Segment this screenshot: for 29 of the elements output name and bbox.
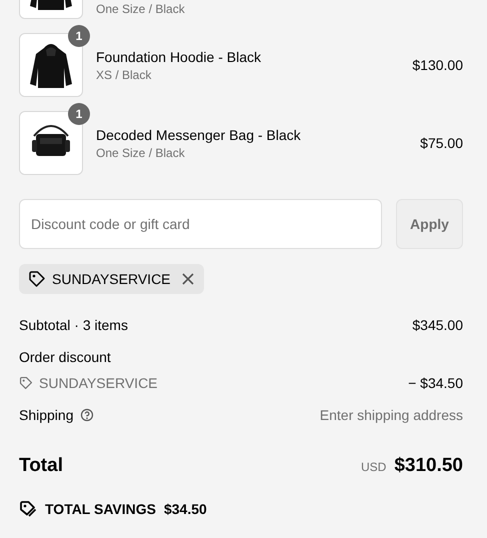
shipping-label: Shipping <box>19 407 74 423</box>
quantity-badge: 1 <box>68 103 90 125</box>
product-price: $75.00 <box>420 135 463 151</box>
product-price: $130.00 <box>412 57 463 73</box>
product-name: Foundation Hoodie - Black <box>96 48 262 64</box>
remove-button[interactable] <box>180 272 195 286</box>
subtotal-label: Subtotal · 3 items <box>19 317 128 333</box>
discount-field[interactable]: Discount code or gift card <box>19 199 382 249</box>
tag-icon <box>19 376 33 390</box>
help-icon <box>80 408 94 422</box>
savings-label: TOTAL SAVINGS <box>45 501 156 517</box>
discount-code: SUNDAYSERVICE <box>52 271 171 287</box>
subtotal-value: $345.00 <box>412 317 463 333</box>
discount-label: Order discount <box>19 349 111 365</box>
tags-icon <box>19 500 37 518</box>
product-variant: XS / Black <box>96 68 152 82</box>
product-variant: One Size / Black <box>96 2 186 16</box>
total-value: $310.50 <box>394 455 463 477</box>
savings-value: $34.50 <box>164 501 207 517</box>
discount-amount: − $34.50 <box>408 375 463 391</box>
currency-code: USD <box>360 460 386 474</box>
quantity-badge: 1 <box>68 25 90 47</box>
total-label: Total <box>19 455 63 477</box>
discount-code: SUNDAYSERVICE <box>39 375 158 391</box>
product-variant: One Size / Black <box>96 146 186 160</box>
product-name: Decoded Messenger Bag - Black <box>96 126 302 142</box>
apply-button[interactable]: Apply <box>396 199 463 249</box>
shipping-value: Enter shipping address <box>320 407 463 423</box>
tag-icon <box>28 270 46 288</box>
